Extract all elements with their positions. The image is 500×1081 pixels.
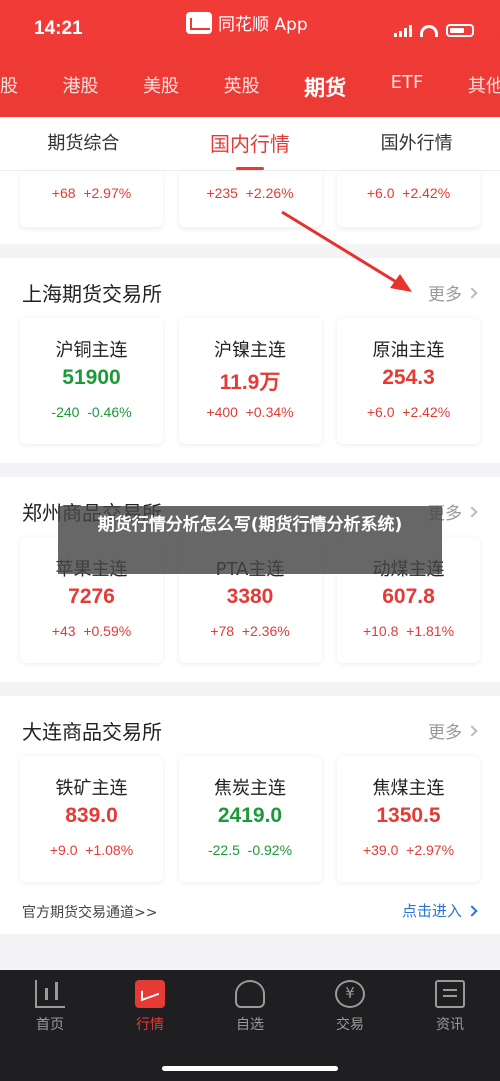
card-price: 2419.0 bbox=[217, 804, 283, 827]
yen-coin-icon bbox=[335, 980, 365, 1008]
more-link[interactable]: 更多 bbox=[428, 718, 478, 743]
app-logo-icon bbox=[186, 11, 212, 34]
card-price: 51900 bbox=[62, 366, 121, 389]
card-name: 焦煤主连 bbox=[372, 778, 445, 799]
partial-card[interactable]: +235 +2.26% bbox=[178, 171, 322, 227]
quote-cards: 沪铜主连 51900 -240 -0.46% 沪镍主连 11.9万 +400 +… bbox=[20, 318, 480, 444]
tab-us-stocks[interactable]: 美股 bbox=[143, 72, 179, 102]
card-price: 607.8 bbox=[382, 585, 435, 608]
status-icons bbox=[394, 24, 474, 37]
section-title: 上海期货交易所 bbox=[22, 282, 162, 306]
nav-trade[interactable]: 交易 bbox=[310, 980, 390, 1034]
more-link[interactable]: 更多 bbox=[428, 280, 478, 305]
quote-cards: 铁矿主连 839.0 +9.0 +1.08% 焦炭主连 2419.0 -22.5… bbox=[20, 756, 480, 882]
card-price: 11.9万 bbox=[219, 371, 281, 394]
sub-tabs: 期货综合 国内行情 国外行情 bbox=[0, 117, 500, 171]
chevron-right-icon bbox=[466, 286, 478, 299]
nav-home[interactable]: 首页 bbox=[10, 980, 90, 1034]
card-change: +235 +2.26% bbox=[206, 185, 294, 201]
battery-icon bbox=[446, 24, 474, 37]
status-bar: 14:21 同花顺 App bbox=[0, 0, 500, 60]
card-change: +400 +0.34% bbox=[206, 404, 294, 420]
section-title: 大连商品交易所 bbox=[22, 720, 162, 744]
section-shanghai: 上海期货交易所 更多 沪铜主连 51900 -240 -0.46% 沪镍主连 1… bbox=[0, 258, 500, 463]
home-chart-icon bbox=[35, 980, 65, 1008]
card-change: +6.0 +2.42% bbox=[366, 185, 451, 201]
home-indicator bbox=[162, 1066, 338, 1071]
subtab-domestic[interactable]: 国内行情 bbox=[167, 117, 334, 170]
partial-section: +68 +2.97% +235 +2.26% +6.0 +2.42% bbox=[0, 171, 500, 244]
card-change: +10.8 +1.81% bbox=[362, 623, 455, 639]
tab-stocks[interactable]: 股 bbox=[0, 72, 18, 102]
card-price: 839.0 bbox=[65, 804, 118, 827]
quote-card[interactable]: 焦炭主连 2419.0 -22.5 -0.92% bbox=[178, 756, 322, 882]
subtab-foreign[interactable]: 国外行情 bbox=[333, 117, 500, 170]
nav-watchlist[interactable]: 自选 bbox=[210, 980, 290, 1034]
card-change: +39.0 +2.97% bbox=[362, 842, 455, 858]
tab-futures[interactable]: 期货 bbox=[304, 72, 346, 102]
card-price: 7276 bbox=[68, 585, 115, 608]
chevron-right-icon bbox=[466, 724, 478, 737]
card-change: +68 +2.97% bbox=[51, 185, 132, 201]
nav-label: 行情 bbox=[136, 1017, 164, 1033]
quote-card[interactable]: 焦煤主连 1350.5 +39.0 +2.97% bbox=[337, 756, 480, 882]
status-time: 14:21 bbox=[34, 18, 83, 39]
market-tabs: 股 港股 美股 英股 期货 ETF 其他 bbox=[0, 72, 500, 102]
chevron-right-icon bbox=[466, 505, 478, 518]
app-title: 同花顺 App bbox=[186, 10, 308, 35]
quote-card[interactable]: 铁矿主连 839.0 +9.0 +1.08% bbox=[20, 756, 163, 882]
tab-hk-stocks[interactable]: 港股 bbox=[63, 72, 99, 102]
official-channel-row: 官方期货交易通道>> 点击进入 bbox=[0, 890, 500, 934]
section-dalian: 大连商品交易所 更多 铁矿主连 839.0 +9.0 +1.08% 焦炭主连 2… bbox=[0, 696, 500, 890]
tab-uk-stocks[interactable]: 英股 bbox=[224, 72, 260, 102]
card-change: +9.0 +1.08% bbox=[49, 842, 134, 858]
official-channel-label[interactable]: 官方期货交易通道>> bbox=[22, 902, 157, 922]
nav-label: 交易 bbox=[336, 1017, 364, 1033]
nav-market[interactable]: 行情 bbox=[110, 980, 190, 1034]
card-name: 焦炭主连 bbox=[214, 778, 286, 799]
card-price: 3380 bbox=[226, 585, 274, 608]
quote-card[interactable]: 沪镍主连 11.9万 +400 +0.34% bbox=[178, 318, 322, 444]
card-change: +78 +2.36% bbox=[210, 623, 290, 639]
card-name: 原油主连 bbox=[372, 340, 445, 361]
article-title-overlay: 期货行情分析怎么写(期货行情分析系统) bbox=[58, 506, 442, 574]
card-price: 254.3 bbox=[382, 366, 435, 389]
bottom-nav: 首页 行情 自选 交易 资讯 bbox=[0, 970, 500, 1081]
enter-link[interactable]: 点击进入 bbox=[402, 900, 478, 921]
news-document-icon bbox=[435, 980, 465, 1008]
nav-news[interactable]: 资讯 bbox=[410, 980, 490, 1034]
partial-cards: +68 +2.97% +235 +2.26% +6.0 +2.42% bbox=[20, 171, 480, 227]
wifi-icon bbox=[420, 24, 438, 37]
nav-label: 资讯 bbox=[436, 1017, 464, 1033]
market-chart-icon bbox=[135, 980, 165, 1008]
signal-icon bbox=[394, 24, 412, 37]
subtab-futures-overview[interactable]: 期货综合 bbox=[0, 117, 167, 170]
chevron-right-icon bbox=[466, 904, 478, 917]
nav-label: 自选 bbox=[236, 1017, 264, 1033]
quote-card[interactable]: 原油主连 254.3 +6.0 +2.42% bbox=[337, 318, 480, 444]
app-title-label: 同花顺 App bbox=[218, 15, 308, 35]
nav-label: 首页 bbox=[36, 1017, 64, 1033]
tab-etf[interactable]: ETF bbox=[391, 72, 424, 102]
card-change: +6.0 +2.42% bbox=[366, 404, 451, 420]
card-price: 1350.5 bbox=[376, 804, 441, 827]
quote-card[interactable]: 沪铜主连 51900 -240 -0.46% bbox=[20, 318, 163, 444]
card-name: 铁矿主连 bbox=[55, 778, 128, 799]
card-change: -22.5 -0.92% bbox=[207, 842, 293, 858]
partial-card[interactable]: +6.0 +2.42% bbox=[337, 171, 480, 227]
app-header: 14:21 同花顺 App 股 港股 美股 英股 期货 ETF 其他 bbox=[0, 0, 500, 117]
watchlist-person-icon bbox=[235, 980, 265, 1008]
tab-other[interactable]: 其他 bbox=[468, 72, 500, 102]
card-name: 沪铜主连 bbox=[55, 340, 128, 361]
card-name: 沪镍主连 bbox=[214, 340, 286, 361]
card-change: -240 -0.46% bbox=[51, 404, 132, 420]
partial-card[interactable]: +68 +2.97% bbox=[20, 171, 163, 227]
card-change: +43 +0.59% bbox=[51, 623, 132, 639]
